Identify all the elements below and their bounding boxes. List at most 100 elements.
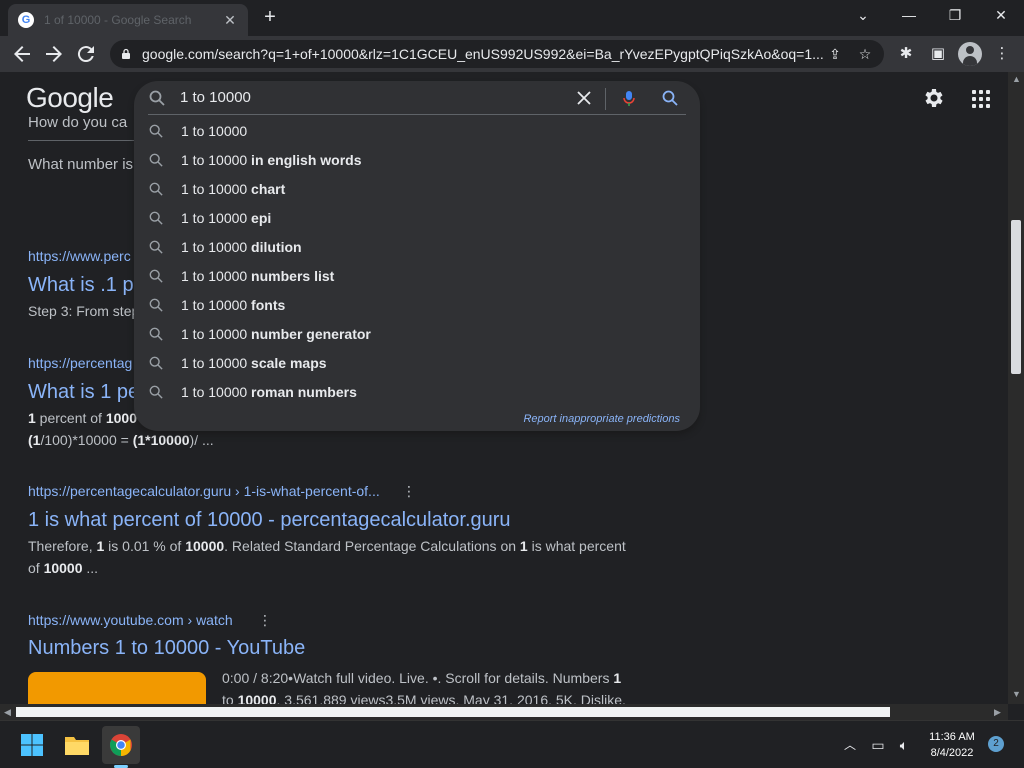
horizontal-scroll-thumb[interactable] [16, 707, 890, 717]
browser-tab[interactable]: G 1 of 10000 - Google Search ✕ [8, 4, 248, 36]
scroll-down-icon[interactable]: ▼ [1012, 689, 1021, 699]
suggestion-item[interactable]: 1 to 10000 dilution [134, 233, 700, 262]
url-text[interactable]: google.com/search?q=1+of+10000&rlz=1C1GC… [142, 46, 824, 62]
profile-avatar[interactable] [958, 42, 982, 66]
tab-title: 1 of 10000 - Google Search [44, 13, 192, 27]
suggestion-search-icon [149, 269, 163, 283]
suggestion-text: 1 to 10000 dilution [181, 239, 302, 255]
scroll-left-icon[interactable]: ◀ [4, 707, 11, 718]
suggestion-item[interactable]: 1 to 10000 number generator [134, 320, 700, 349]
divider [28, 140, 138, 141]
back-button[interactable] [10, 42, 34, 66]
suggestion-item[interactable]: 1 to 10000 numbers list [134, 262, 700, 291]
reload-button[interactable] [74, 42, 98, 66]
tab-search-chevron-icon[interactable]: ⌄ [848, 4, 878, 26]
scroll-up-icon[interactable]: ▲ [1012, 74, 1021, 84]
result-cite[interactable]: https://www.youtube.com › watch [28, 612, 233, 628]
divider [605, 88, 606, 110]
extensions-puzzle-icon[interactable]: ✱ [894, 42, 918, 66]
forward-arrow-icon [46, 46, 62, 62]
suggestion-item[interactable]: 1 to 10000 epi [134, 204, 700, 233]
network-icon[interactable]: ▭ [866, 733, 890, 757]
result-title-link[interactable]: What is 1 pe [28, 381, 139, 404]
scroll-right-icon[interactable]: ▶ [994, 707, 1001, 718]
suggestion-search-icon [149, 385, 163, 399]
close-window-button[interactable]: ✕ [986, 4, 1016, 26]
result-cite[interactable]: https://www.perc [28, 248, 131, 264]
new-tab-button[interactable]: + [258, 6, 282, 30]
suggestion-item[interactable]: 1 to 10000 [134, 117, 700, 146]
result-cite[interactable]: https://percentag [28, 355, 132, 371]
result-more-options-icon[interactable]: ⋮ [402, 483, 416, 500]
suggestion-item[interactable]: 1 to 10000 scale maps [134, 349, 700, 378]
search-input[interactable]: 1 to 10000 [180, 89, 251, 106]
forward-button[interactable] [42, 42, 66, 66]
chrome-logo-icon [110, 734, 132, 756]
restore-button[interactable]: ❐ [940, 4, 970, 26]
suggestion-search-icon [149, 153, 163, 167]
people-also-ask-question[interactable]: What number is [28, 156, 133, 173]
google-favicon-icon: G [18, 12, 34, 28]
suggestion-item[interactable]: 1 to 10000 roman numbers [134, 378, 700, 407]
show-hidden-icons-chevron-icon[interactable]: ︿ [838, 733, 862, 757]
side-panel-icon[interactable]: ▣ [926, 42, 950, 66]
volume-icon[interactable]: 🔈︎ [892, 733, 916, 757]
windows-taskbar: ︿ ▭ 🔈︎ 11:36 AM 8/4/2022 2 [0, 720, 1024, 768]
people-also-ask-question[interactable]: How do you ca [28, 114, 127, 131]
folder-icon [65, 737, 89, 755]
google-logo[interactable]: Google [26, 82, 114, 114]
horizontal-scrollbar[interactable]: ◀ ▶ [0, 704, 1008, 720]
suggestion-text: 1 to 10000 roman numbers [181, 384, 357, 400]
suggestion-item[interactable]: 1 to 10000 fonts [134, 291, 700, 320]
google-apps-grid-icon[interactable] [970, 88, 992, 110]
suggestion-item[interactable]: 1 to 10000 in english words [134, 146, 700, 175]
suggestion-search-icon [149, 240, 163, 254]
vertical-scrollbar[interactable]: ▲ ▼ [1008, 72, 1024, 704]
suggestion-text: 1 to 10000 fonts [181, 297, 286, 313]
divider [148, 114, 686, 115]
suggestion-search-icon [149, 356, 163, 370]
tab-close-icon[interactable]: ✕ [222, 12, 238, 28]
suggestion-text: 1 to 10000 [181, 123, 248, 139]
share-icon[interactable]: ⇪ [824, 46, 846, 63]
notification-badge[interactable]: 2 [988, 736, 1004, 752]
clock-time: 11:36 AM [929, 731, 975, 743]
suggestion-search-icon [149, 211, 163, 225]
minimize-button[interactable]: — [894, 4, 924, 26]
clear-search-icon[interactable] [576, 90, 592, 106]
bookmark-star-icon[interactable]: ☆ [854, 46, 876, 63]
suggestion-search-icon [149, 124, 163, 138]
chrome-taskbar-button[interactable] [102, 726, 140, 764]
search-submit-icon[interactable] [662, 90, 678, 106]
suggestion-search-icon [149, 327, 163, 341]
start-button[interactable] [13, 726, 51, 764]
result-title-link[interactable]: 1 is what percent of 10000 - percentagec… [28, 509, 511, 532]
result-snippet: Therefore, 1 is 0.01 % of 10000. Related… [28, 538, 626, 576]
suggestion-text: 1 to 10000 numbers list [181, 268, 335, 284]
address-bar[interactable]: google.com/search?q=1+of+10000&rlz=1C1GC… [110, 40, 884, 68]
suggestion-item[interactable]: 1 to 10000 chart [134, 175, 700, 204]
clock[interactable]: 11:36 AM 8/4/2022 [920, 729, 984, 761]
settings-gear-icon[interactable] [922, 86, 946, 110]
report-predictions-link[interactable]: Report inappropriate predictions [523, 413, 680, 425]
windows-logo-icon [21, 734, 43, 756]
suggestion-search-icon [149, 298, 163, 312]
reload-icon [77, 46, 94, 63]
search-box-dropdown: 1 to 10000 1 to 10000 1 to 10000 in engli… [134, 81, 700, 431]
result-cite[interactable]: https://percentagecalculator.guru › 1-is… [28, 483, 380, 499]
suggestion-text: 1 to 10000 chart [181, 181, 286, 197]
result-more-options-icon[interactable]: ⋮ [258, 612, 272, 629]
vertical-scroll-thumb[interactable] [1011, 220, 1021, 374]
result-title-link[interactable]: Numbers 1 to 10000 - YouTube [28, 637, 305, 660]
lock-icon[interactable] [120, 48, 132, 60]
suggestion-text: 1 to 10000 in english words [181, 152, 362, 168]
suggestion-text: 1 to 10000 epi [181, 210, 272, 226]
search-icon [149, 90, 165, 106]
chrome-menu-icon[interactable]: ⋮ [990, 42, 1014, 66]
file-explorer-button[interactable] [58, 726, 96, 764]
back-arrow-icon [14, 46, 30, 62]
tab-strip: G 1 of 10000 - Google Search ✕ + ⌄ — ❐ ✕ [0, 0, 1024, 36]
suggestion-text: 1 to 10000 number generator [181, 326, 371, 342]
voice-search-mic-icon[interactable] [621, 90, 637, 106]
result-title-link[interactable]: What is .1 p [28, 274, 134, 297]
